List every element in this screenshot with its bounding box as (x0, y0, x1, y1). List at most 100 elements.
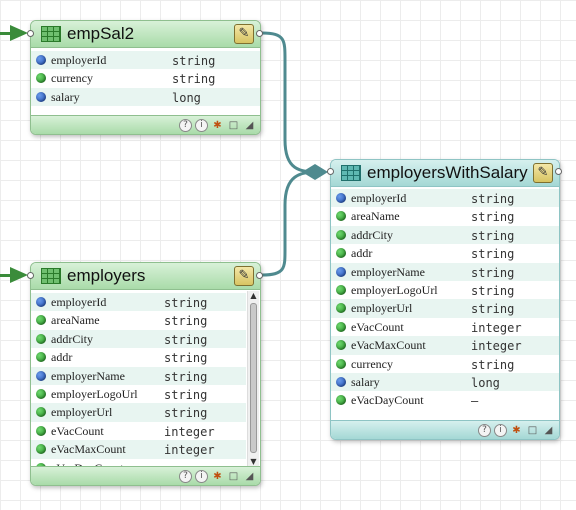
field-row[interactable]: eVacMaxCount integer (31, 440, 246, 459)
node-header[interactable]: empSal2 ✎ (31, 21, 260, 48)
field-type: integer (471, 320, 522, 335)
resize-handle-icon[interactable]: ◢ (243, 119, 256, 132)
field-dot-icon (336, 340, 346, 351)
info-icon[interactable]: i (195, 118, 208, 132)
field-type: string (471, 283, 515, 298)
field-dot-icon (36, 73, 46, 84)
field-type: string (164, 369, 208, 384)
node-employers[interactable]: employers ✎ employerId string areaName stri… (30, 262, 261, 486)
input-port-employers-with-salary[interactable] (327, 168, 334, 175)
field-dot-icon (36, 407, 46, 418)
help-icon[interactable]: ? (179, 469, 192, 483)
field-row[interactable]: salary long (31, 87, 260, 107)
output-port-empsal2[interactable] (256, 30, 263, 37)
edit-button[interactable]: ✎ (234, 24, 254, 44)
key-field-dot-icon (36, 297, 46, 307)
field-type: string (164, 351, 208, 366)
field-row[interactable]: employerId string (31, 293, 246, 312)
field-dot-icon (336, 321, 346, 332)
field-type: integer (164, 443, 215, 458)
field-row[interactable]: currency string (31, 69, 260, 87)
field-dot-icon (336, 211, 346, 222)
field-name: employerId (51, 295, 107, 309)
comment-icon[interactable]: □ (227, 119, 240, 132)
field-name: employerUrl (351, 301, 413, 316)
field-type: string (471, 247, 515, 262)
field-row[interactable]: addr string (331, 244, 559, 262)
field-row[interactable]: employerLogoUrl string (31, 385, 246, 403)
help-icon[interactable]: ? (179, 118, 192, 132)
field-type: string (471, 228, 515, 243)
field-row[interactable]: employerLogoUrl string (331, 281, 559, 299)
key-field-dot-icon (336, 376, 346, 387)
table-icon (341, 165, 361, 181)
node-footer: ? i ✱ □ ◢ (331, 420, 559, 439)
link-empsal2-to-join[interactable] (261, 31, 319, 174)
field-row[interactable]: eVacMaxCount integer (331, 336, 559, 355)
join-diamond-icon[interactable] (302, 164, 328, 180)
output-port-employers-with-salary[interactable] (555, 168, 562, 175)
field-row[interactable]: employerUrl string (31, 403, 246, 422)
field-row[interactable]: eVacCount integer (31, 422, 246, 440)
debug-icon[interactable]: ✱ (211, 470, 224, 483)
field-type: string (471, 357, 515, 372)
node-header[interactable]: employersWithSalary ✎ (331, 160, 559, 187)
field-name: eVacCount (51, 423, 104, 438)
comment-icon[interactable]: □ (227, 470, 240, 483)
field-row[interactable]: employerName string (31, 366, 246, 385)
field-type: string (164, 296, 208, 310)
debug-icon[interactable]: ✱ (510, 424, 523, 437)
node-title: empSal2 (67, 24, 135, 43)
field-name: addr (51, 350, 73, 365)
field-list-scrollbar[interactable]: ▲ ▼ (247, 291, 259, 467)
scroll-up-icon[interactable]: ▲ (248, 291, 259, 301)
field-row[interactable]: eVacDayCount – (331, 391, 559, 409)
edit-button[interactable]: ✎ (533, 163, 553, 183)
field-type: string (471, 192, 515, 206)
field-row[interactable]: currency string (331, 355, 559, 373)
field-type: integer (164, 424, 215, 439)
resize-handle-icon[interactable]: ◢ (542, 424, 555, 437)
input-port-empsal2[interactable] (27, 30, 34, 37)
field-row[interactable]: areaName string (331, 207, 559, 225)
node-footer: ? i ✱ □ ◢ (31, 466, 260, 485)
field-type: string (164, 314, 208, 329)
field-type: long (172, 90, 201, 105)
field-name: addr (351, 246, 373, 261)
debug-icon[interactable]: ✱ (211, 119, 224, 132)
node-empsal2[interactable]: empSal2 ✎ employerId string currency string… (30, 20, 261, 135)
field-name: employerLogoUrl (351, 282, 438, 297)
field-row[interactable]: employerUrl string (331, 299, 559, 318)
edit-button[interactable]: ✎ (234, 266, 254, 286)
node-header[interactable]: employers ✎ (31, 263, 260, 290)
field-row[interactable]: employerId string (331, 189, 559, 208)
field-type: long (471, 375, 500, 390)
field-row[interactable]: eVacCount integer (331, 318, 559, 336)
field-dot-icon (336, 229, 346, 240)
input-arrow-empsal2-icon (10, 25, 28, 41)
field-row[interactable]: addr string (31, 348, 246, 366)
field-dot-icon (36, 333, 46, 344)
node-footer: ? i ✱ □ ◢ (31, 115, 260, 134)
field-name: eVacMaxCount (51, 442, 126, 457)
field-row[interactable]: salary long (331, 372, 559, 392)
info-icon[interactable]: i (195, 469, 208, 483)
input-port-employers[interactable] (27, 272, 34, 279)
comment-icon[interactable]: □ (526, 424, 539, 437)
info-icon[interactable]: i (494, 423, 507, 437)
node-employers-with-salary[interactable]: employersWithSalary ✎ employerId string ar… (330, 159, 560, 440)
field-row[interactable]: areaName string (31, 311, 246, 329)
resize-handle-icon[interactable]: ◢ (243, 470, 256, 483)
link-employers-to-join[interactable] (261, 170, 319, 277)
field-row[interactable]: addrCity string (331, 225, 559, 245)
field-row[interactable]: employerId string (31, 51, 260, 70)
field-type: string (164, 387, 208, 402)
field-row[interactable]: employerName string (331, 262, 559, 281)
field-row[interactable]: addrCity string (31, 329, 246, 349)
node-title: employersWithSalary (367, 163, 528, 182)
field-dot-icon (336, 303, 346, 314)
pipeline-canvas[interactable]: empSal2 ✎ employerId string currency string… (0, 0, 576, 510)
scroll-thumb[interactable] (250, 303, 257, 453)
help-icon[interactable]: ? (478, 423, 491, 437)
output-port-employers[interactable] (256, 272, 263, 279)
